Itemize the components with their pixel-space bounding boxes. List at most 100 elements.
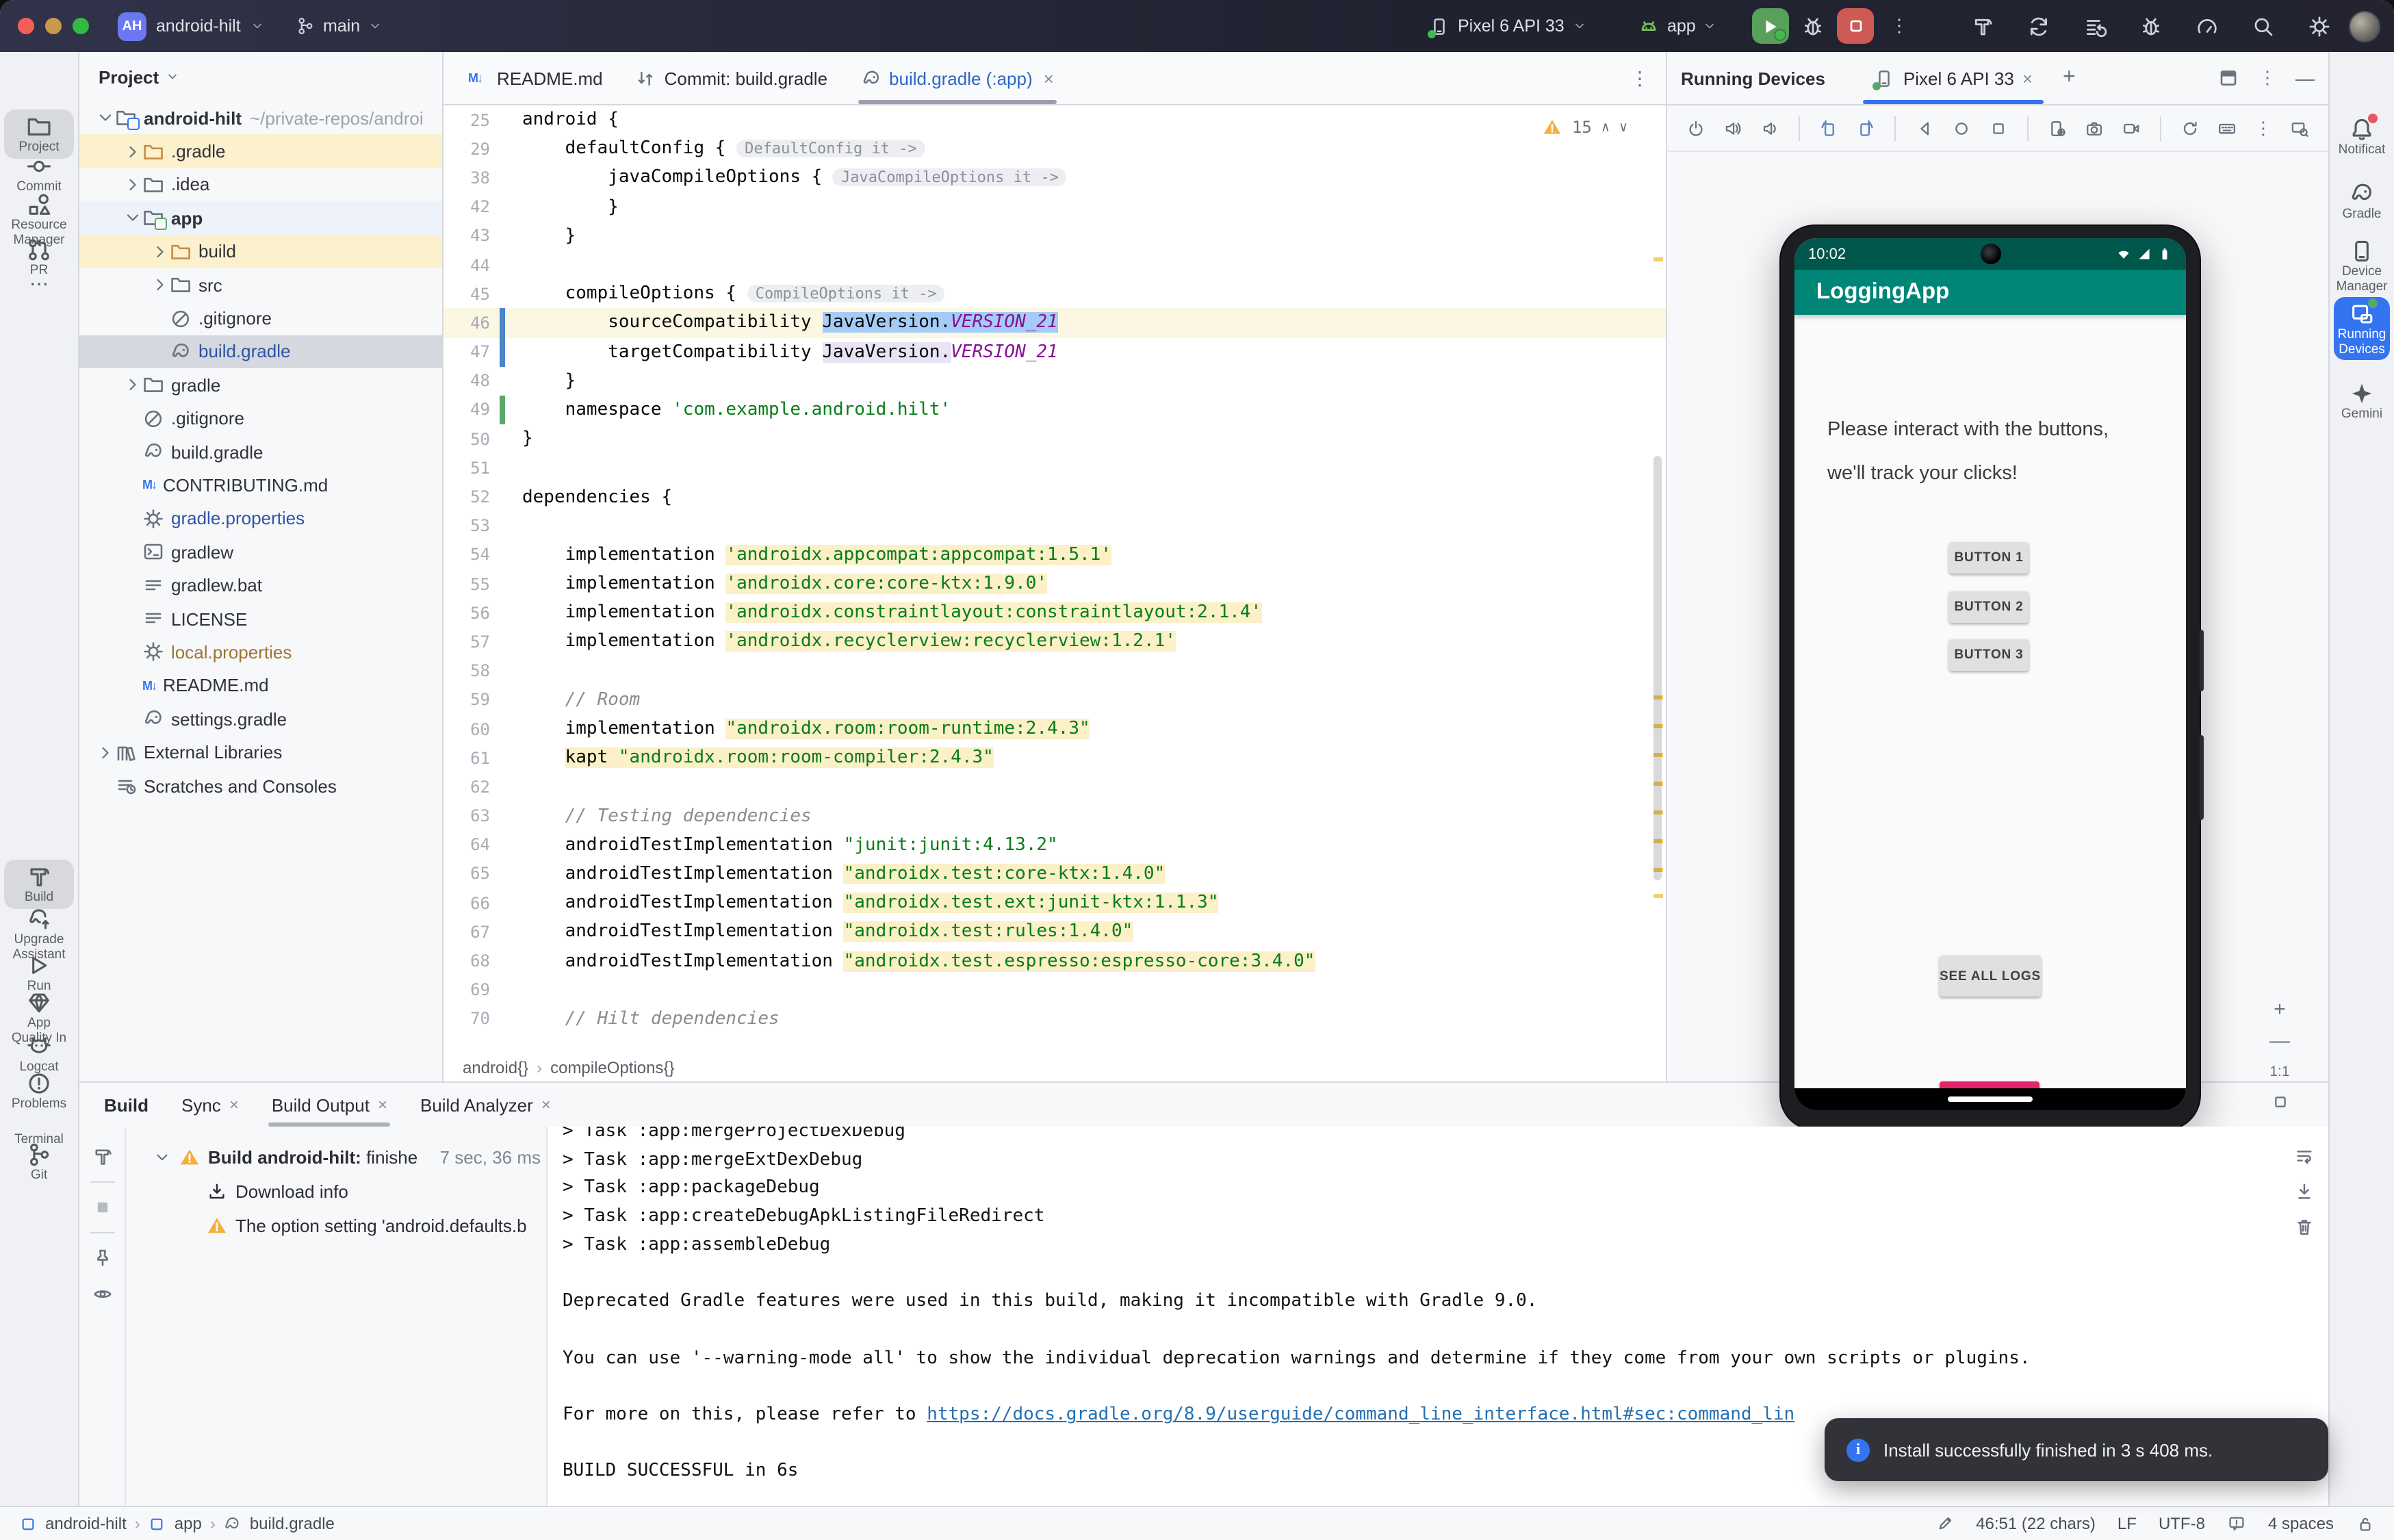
tree-item-gradle.properties[interactable]: gradle.properties: [79, 502, 442, 535]
more-options-icon[interactable]: ⋮: [2258, 67, 2276, 89]
rotate-right-icon[interactable]: [1856, 117, 1875, 139]
build-icon[interactable]: [1971, 14, 1994, 38]
zoom-out-button[interactable]: —: [2269, 1032, 2290, 1051]
settings-icon[interactable]: [2308, 14, 2331, 38]
stop-build-icon[interactable]: [91, 1196, 113, 1218]
editor-scrollbar[interactable]: [1653, 456, 1662, 880]
nav-handle[interactable]: [1948, 1096, 2033, 1102]
tree-item-External Libraries[interactable]: External Libraries: [79, 736, 442, 769]
right-stripe-item-gemini[interactable]: Gemini: [2334, 376, 2390, 425]
tree-item-gradlew.bat[interactable]: gradlew.bat: [79, 569, 442, 602]
status-breadcrumb-item[interactable]: android-hilt: [45, 1514, 127, 1533]
hide-panel-icon[interactable]: —: [2295, 67, 2315, 89]
restart-icon[interactable]: [2180, 117, 2200, 139]
filter-build-icon[interactable]: [91, 1146, 113, 1168]
notifications-balloon-icon[interactable]: [2227, 1514, 2246, 1533]
tree-item-app[interactable]: app: [79, 201, 442, 235]
soft-wrap-icon[interactable]: [2294, 1146, 2315, 1166]
chevron-down-icon[interactable]: [166, 70, 179, 84]
layout-inspector-icon[interactable]: [2290, 117, 2309, 139]
line-ending-widget[interactable]: LF: [2118, 1514, 2137, 1533]
highlighting-level-icon[interactable]: [1935, 1514, 1954, 1533]
left-stripe-item-git[interactable]: Git: [4, 1138, 74, 1186]
run-configuration-selector[interactable]: app: [1637, 0, 1716, 52]
attach-debugger-icon[interactable]: [2139, 14, 2163, 38]
close-icon[interactable]: ×: [229, 1095, 239, 1114]
see-all-logs-button[interactable]: SEE ALL LOGS: [1940, 955, 2041, 997]
editor-tab-Commit: build.gradle[interactable]: Commit: build.gradle: [619, 52, 844, 104]
tree-item-CONTRIBUTING.md[interactable]: M↓CONTRIBUTING.md: [79, 469, 442, 502]
screenshot-icon[interactable]: [2085, 117, 2104, 139]
profiler-icon[interactable]: [2196, 14, 2219, 38]
device-selector[interactable]: Pixel 6 API 33: [1429, 0, 1586, 52]
tree-item-local.properties[interactable]: local.properties: [79, 636, 442, 669]
tree-item-build.gradle[interactable]: build.gradle: [79, 435, 442, 469]
close-window-button[interactable]: [18, 18, 34, 34]
tree-item-.gitignore[interactable]: .gitignore: [79, 402, 442, 435]
tree-item-settings.gradle[interactable]: settings.gradle: [79, 702, 442, 736]
scroll-to-end-icon[interactable]: [2294, 1181, 2315, 1202]
tree-item-gradlew[interactable]: gradlew: [79, 535, 442, 569]
editor-tab-options-icon[interactable]: ⋮: [1614, 66, 1666, 90]
tree-item-Scratches and Consoles[interactable]: Scratches and Consoles: [79, 769, 442, 803]
left-stripe-item-build[interactable]: Build: [4, 860, 74, 908]
build-tree-row[interactable]: Download info: [126, 1175, 546, 1209]
right-stripe-item-notifications[interactable]: Notificat: [2334, 112, 2390, 161]
zoom-window-button[interactable]: [73, 18, 89, 34]
status-breadcrumb-item[interactable]: build.gradle: [250, 1514, 335, 1533]
run-button[interactable]: [1752, 8, 1789, 44]
build-tab-Sync[interactable]: Sync×: [168, 1083, 253, 1127]
tree-item-.idea[interactable]: .idea: [79, 168, 442, 202]
prev-warning-arrow[interactable]: ∧: [1601, 120, 1610, 135]
encoding-widget[interactable]: UTF-8: [2159, 1514, 2205, 1533]
status-breadcrumb-item[interactable]: app: [175, 1514, 202, 1533]
right-stripe-item-gradle[interactable]: Gradle: [2334, 177, 2390, 225]
volume-up-icon[interactable]: [1723, 117, 1742, 139]
gradle-doc-link[interactable]: https://docs.gradle.org/8.9/userguide/co…: [927, 1404, 1794, 1425]
tree-item-.gradle[interactable]: .gradle: [79, 135, 442, 168]
tree-item-build.gradle[interactable]: build.gradle: [79, 335, 442, 368]
minimize-window-button[interactable]: [45, 18, 62, 34]
home-icon[interactable]: [1952, 117, 1971, 139]
left-stripe-item-more-tool-windows[interactable]: ⋯: [4, 268, 74, 300]
emulator-screen[interactable]: 10:02 LoggingApp: [1794, 238, 2186, 1110]
tree-item-LICENSE[interactable]: LICENSE: [79, 602, 442, 636]
close-icon[interactable]: ×: [1044, 68, 1054, 88]
hardware-input-icon[interactable]: [2217, 117, 2237, 139]
debug-button[interactable]: [1801, 14, 1825, 38]
build-tree-row[interactable]: Build android-hilt: finishe7 sec, 36 ms: [126, 1140, 546, 1175]
build-tab-Build Analyzer[interactable]: Build Analyzer×: [407, 1083, 565, 1127]
next-warning-arrow[interactable]: ∨: [1619, 120, 1627, 135]
editor-tab-README.md[interactable]: M↓README.md: [452, 52, 619, 104]
notification-toast[interactable]: i Install successfully finished in 3 s 4…: [1825, 1418, 2328, 1481]
indent-widget[interactable]: 4 spaces: [2268, 1514, 2334, 1533]
zoom-in-button[interactable]: +: [2274, 1001, 2286, 1020]
vcs-branch-widget[interactable]: main: [296, 0, 382, 52]
sync-project-icon[interactable]: [2027, 14, 2050, 38]
breadcrumb-item[interactable]: android{}: [463, 1058, 528, 1077]
rotate-left-icon[interactable]: [1819, 117, 1838, 139]
user-avatar[interactable]: [2349, 10, 2380, 42]
close-icon[interactable]: ×: [541, 1095, 551, 1114]
button-3[interactable]: BUTTON 3: [1949, 639, 2029, 671]
power-icon[interactable]: [1686, 117, 1706, 139]
pin-icon[interactable]: [91, 1247, 113, 1269]
button-2[interactable]: BUTTON 2: [1949, 591, 2029, 623]
build-tree-row[interactable]: The option setting 'android.defaults.b: [126, 1209, 546, 1243]
project-widget[interactable]: AH android-hilt: [118, 0, 264, 52]
close-icon[interactable]: ×: [2022, 68, 2033, 88]
build-variants-icon[interactable]: [2083, 14, 2107, 38]
close-icon[interactable]: ×: [378, 1095, 387, 1114]
tree-item-gradle[interactable]: gradle: [79, 368, 442, 402]
editor-tab-build.gradle (:app)[interactable]: build.gradle (:app)×: [844, 52, 1070, 104]
tree-item-src[interactable]: src: [79, 268, 442, 302]
back-icon[interactable]: [1915, 117, 1934, 139]
build-tab-Build Output[interactable]: Build Output×: [258, 1083, 401, 1127]
inspect-output-icon[interactable]: [91, 1283, 113, 1305]
add-device-tab-button[interactable]: +: [2063, 66, 2076, 90]
breadcrumb-item[interactable]: compileOptions{}: [550, 1058, 674, 1077]
overview-icon[interactable]: [1989, 117, 2008, 139]
fit-to-window-icon[interactable]: [2270, 1092, 2289, 1112]
zoom-reset-button[interactable]: 1:1: [2269, 1064, 2289, 1080]
volume-down-icon[interactable]: [1760, 117, 1779, 139]
